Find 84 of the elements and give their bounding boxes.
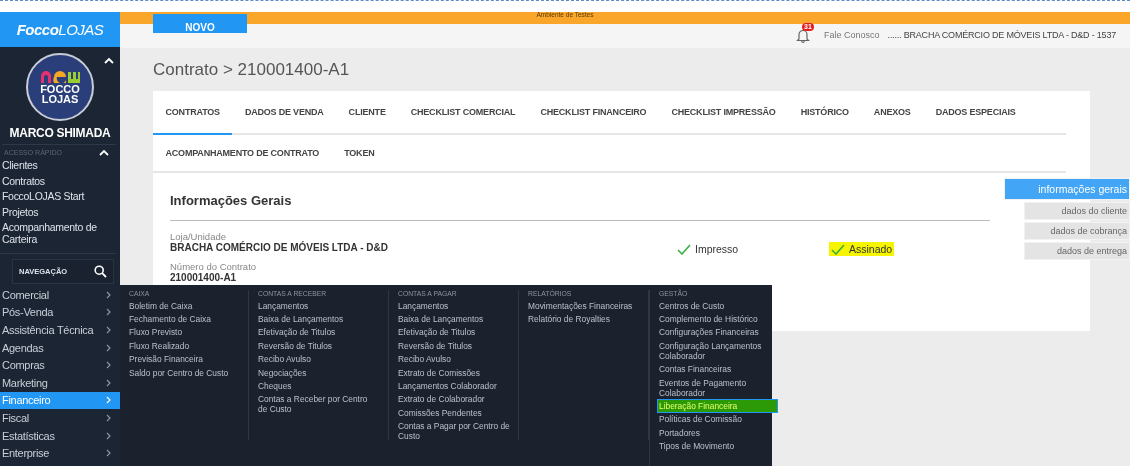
menu-item[interactable]: Baixa de Lançamentos — [258, 312, 370, 326]
field-label: Loja/Unidade — [170, 231, 226, 242]
menu-item[interactable]: Extrato de Comissões — [398, 365, 510, 380]
menu-item[interactable]: Recibo Avulso — [258, 352, 370, 366]
quick-link[interactable]: Contratos — [2, 173, 112, 189]
bell-icon[interactable] — [796, 27, 811, 43]
nav-menu-item[interactable]: Fiscal — [0, 409, 120, 427]
tab[interactable]: CHECKLIST FINANCEIRO — [527, 91, 659, 135]
menu-item[interactable]: Movimentações Financeiras — [528, 299, 640, 313]
menu-item[interactable]: Negociações — [258, 365, 370, 380]
company-name[interactable]: ...... BRACHA COMÉRCIO DE MÓVEIS LTDA - D&D - 1537 — [887, 30, 1116, 40]
menu-item[interactable]: Reversão de Titulos — [398, 339, 510, 353]
section-heading: Informações Gerais — [170, 193, 990, 221]
tab[interactable]: DADOS ESPECIAIS — [923, 91, 1029, 135]
tab[interactable]: ANEXOS — [861, 91, 924, 135]
brand-text: FOCCO — [40, 83, 80, 94]
tab[interactable]: CHECKLIST IMPRESSÃO — [658, 91, 789, 135]
menu-item[interactable]: Cheques — [258, 379, 370, 393]
menu-item[interactable]: Fechamento de Caixa — [129, 312, 241, 326]
status-label: Assinado — [829, 242, 895, 256]
page-title: Contrato > 210001400-A1 — [153, 59, 350, 81]
status-label: Impresso — [675, 242, 829, 256]
quick-link[interactable]: Clientes — [2, 158, 112, 174]
chevron-up-icon[interactable] — [99, 149, 109, 156]
menu-item[interactable]: Lançamentos — [398, 299, 510, 313]
tab[interactable]: CONTRATOS — [153, 91, 233, 135]
field-label: Número do Contrato — [170, 261, 258, 272]
tab[interactable]: ACOMPANHAMENTO DE CONTRATO — [153, 135, 332, 173]
check-icon — [677, 243, 691, 255]
user-name: MARCO SHIMADA — [9, 126, 111, 140]
colored-shapes-icon — [40, 70, 80, 83]
section-link[interactable]: dados do cliente — [1024, 202, 1130, 220]
menu-item[interactable]: Comissões Pendentes — [398, 406, 510, 420]
nav-menu-item[interactable]: Compras — [0, 356, 120, 374]
menu-item[interactable]: Contas a Receber por Centro de Custo — [258, 392, 370, 416]
nav-menu-item[interactable]: Agendas — [0, 338, 120, 357]
tab[interactable]: TOKEN — [331, 135, 387, 173]
menu-item[interactable]: Boletim de Caixa — [129, 299, 241, 313]
nav-menu-item[interactable]: Marketing — [0, 373, 120, 392]
menu-item[interactable]: Recibo Avulso — [398, 352, 510, 366]
menu-item[interactable]: Configurações Financeiras — [659, 325, 771, 340]
menu-item[interactable]: Efetivação de Titulos — [398, 325, 510, 340]
nav-menu-item[interactable]: Pós-Venda — [0, 303, 120, 322]
menu-item[interactable]: Fluxo Previsto — [129, 325, 241, 340]
quick-link[interactable]: Acompanhamento de Carteira — [2, 220, 112, 247]
menu-item[interactable]: Portadores — [659, 426, 771, 440]
nav-menu-item[interactable]: Enterprise — [0, 444, 120, 462]
section-link[interactable]: dados de cobrança — [1024, 222, 1130, 240]
menu-item[interactable]: Relatório de Royalties — [528, 312, 640, 326]
menu-item[interactable]: Políticas de Comissão — [659, 412, 771, 426]
contact-link[interactable]: Fale Conosco — [824, 30, 880, 40]
nav-menu-item[interactable]: Assistência Técnica — [0, 321, 120, 339]
field-value: BRACHA COMÉRCIO DE MÓVEIS LTDA - D&D — [170, 242, 389, 253]
field-value: 210001400-A1 — [170, 272, 238, 283]
menu-item[interactable]: Previsão Financeira — [129, 352, 241, 366]
menu-item[interactable]: Eventos de Pagamento Colaborador — [659, 375, 771, 400]
menu-item[interactable]: Lançamentos Colaborador — [398, 379, 510, 393]
check-icon — [831, 243, 845, 255]
menu-item[interactable]: Contas Financeiras — [659, 362, 771, 376]
tab[interactable]: CHECKLIST COMERCIAL — [398, 91, 528, 135]
menu-item[interactable]: Fluxo Realizado — [129, 339, 241, 353]
menu-item[interactable]: Centros de Custo — [659, 299, 771, 313]
chevron-right-icon — [106, 326, 111, 334]
menu-item[interactable]: Reversão de Titulos — [258, 339, 370, 353]
tab[interactable]: CLIENTE — [336, 91, 399, 135]
section-link[interactable]: dados de entrega — [1024, 242, 1130, 260]
chevron-up-icon[interactable] — [104, 57, 114, 64]
menu-item[interactable]: Complemento de Histórico — [659, 312, 771, 326]
quick-link[interactable]: Projetos — [2, 204, 112, 220]
menu-item[interactable]: Configuração Lançamentos Colaborador — [659, 339, 771, 363]
search-icon — [94, 265, 107, 278]
menu-item[interactable]: Lançamentos — [258, 299, 370, 313]
quick-link[interactable]: FoccoLOJAS Start — [2, 189, 112, 205]
menu-item[interactable]: Baixa de Lançamentos — [398, 312, 510, 326]
nav-menu-item[interactable]: Estatísticas — [0, 426, 120, 445]
brand-text: LOJAS — [41, 93, 79, 104]
menu-item[interactable]: Efetivação de Titulos — [258, 325, 370, 340]
menu-item[interactable]: Contas a Pagar por Centro de Custo — [398, 419, 510, 443]
tab[interactable]: DADOS DE VENDA — [232, 91, 337, 135]
tab[interactable]: HISTÓRICO — [788, 91, 862, 135]
menu-item[interactable]: Extrato de Colaborador — [398, 392, 510, 406]
menu-item[interactable]: Tipos de Movimento — [659, 439, 771, 453]
nav-menu-item[interactable]: Comercial — [0, 286, 120, 304]
menu-item[interactable]: Saldo por Centro de Custo — [129, 365, 241, 380]
